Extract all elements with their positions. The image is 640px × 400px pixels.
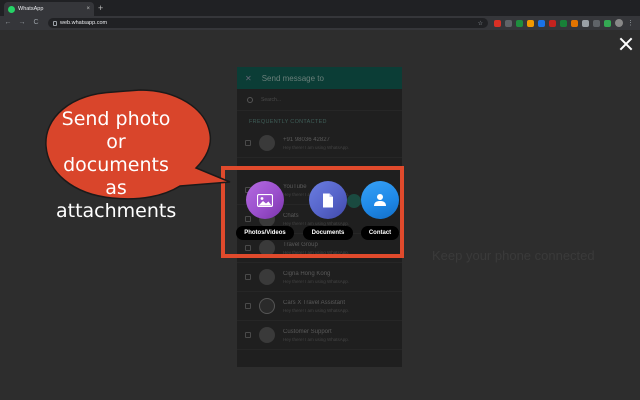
extension-icon[interactable] [494, 19, 501, 27]
browser-tab[interactable]: WhatsApp × [4, 2, 94, 16]
browser-tab-bar: WhatsApp × + [0, 0, 640, 16]
contact-checkbox[interactable] [245, 140, 251, 146]
contact-row[interactable]: +91 98036 42827 Hey there! I am using Wh… [237, 129, 402, 158]
contact-checkbox[interactable] [245, 332, 251, 338]
address-bar[interactable]: web.whatsapp.com ☆ [48, 18, 488, 28]
contact-status: Hey there! I am using WhatsApp. [283, 278, 350, 284]
background-text: Keep your phone connected [432, 248, 595, 263]
browser-menu-icon[interactable]: ⋮ [627, 19, 634, 27]
extension-icon[interactable] [571, 19, 578, 27]
modal-title: Send message to [261, 73, 324, 83]
search-placeholder: Search... [261, 96, 282, 103]
avatar [259, 269, 275, 285]
contact-checkbox[interactable] [245, 303, 251, 309]
frequent-section-label: FREQUENTLY CONTACTED [249, 119, 327, 125]
whatsapp-favicon-icon [8, 5, 15, 13]
contact-button[interactable] [361, 181, 399, 219]
extension-icon[interactable] [549, 19, 556, 27]
contact-name: Customer Support [283, 328, 332, 335]
extension-icon[interactable] [527, 19, 534, 27]
attach-contact[interactable]: Contact [335, 181, 425, 245]
extension-icon[interactable] [538, 19, 545, 27]
callout-line-1: Send photo or [61, 108, 171, 153]
extension-icon[interactable] [604, 19, 611, 27]
contact-status: Hey there! I am using WhatsApp. [283, 336, 350, 342]
url-text: web.whatsapp.com [60, 20, 108, 26]
photos-videos-button[interactable] [246, 181, 284, 219]
browser-toolbar: ← → C web.whatsapp.com ☆ ⋮ [0, 16, 640, 30]
document-icon [323, 193, 333, 207]
close-icon[interactable] [618, 36, 634, 52]
callout-line-2: documents as [63, 154, 169, 199]
contact-checkbox[interactable] [245, 274, 251, 280]
contact-row[interactable]: Customer Support Hey there! I am using W… [237, 321, 402, 350]
extension-icon[interactable] [582, 19, 589, 27]
callout-text: Send photo or documents as attachments [56, 108, 176, 223]
contact-name: Cars X Travel Assistant [283, 299, 346, 306]
image-icon [257, 193, 273, 207]
modal-header: ✕ Send message to [237, 67, 402, 89]
tab-close-icon[interactable]: × [86, 6, 90, 12]
profile-avatar[interactable] [615, 19, 623, 27]
avatar [259, 327, 275, 343]
tab-title: WhatsApp [18, 6, 44, 12]
contact-label: Contact [361, 226, 399, 240]
lock-icon [53, 20, 57, 26]
extension-icon[interactable] [505, 19, 512, 27]
extensions-bar: ⋮ [494, 19, 634, 27]
extension-icon[interactable] [560, 19, 567, 27]
modal-close-icon[interactable]: ✕ [245, 74, 252, 83]
contact-status: Hey there! I am using WhatsApp. [283, 307, 350, 313]
avatar [259, 298, 275, 314]
person-icon [374, 194, 386, 206]
reload-button[interactable]: C [32, 18, 40, 28]
search-bar[interactable]: Search... [237, 89, 402, 111]
contact-row[interactable]: Cigna Hong Kong Hey there! I am using Wh… [237, 263, 402, 292]
contact-name: Cigna Hong Kong [283, 270, 331, 277]
search-icon [247, 96, 253, 103]
new-tab-button[interactable]: + [98, 3, 103, 13]
contact-row[interactable]: Cars X Travel Assistant Hey there! I am … [237, 292, 402, 321]
callout-line-3: attachments [56, 200, 177, 222]
contact-name: +91 98036 42827 [283, 136, 330, 143]
bookmark-star-icon[interactable]: ☆ [478, 20, 483, 27]
forward-button[interactable]: → [18, 18, 26, 28]
back-button[interactable]: ← [4, 18, 12, 28]
extension-icon[interactable] [516, 19, 523, 27]
contact-status: Hey there! I am using WhatsApp. [283, 144, 350, 150]
extension-icon[interactable] [593, 19, 600, 27]
avatar [259, 135, 275, 151]
